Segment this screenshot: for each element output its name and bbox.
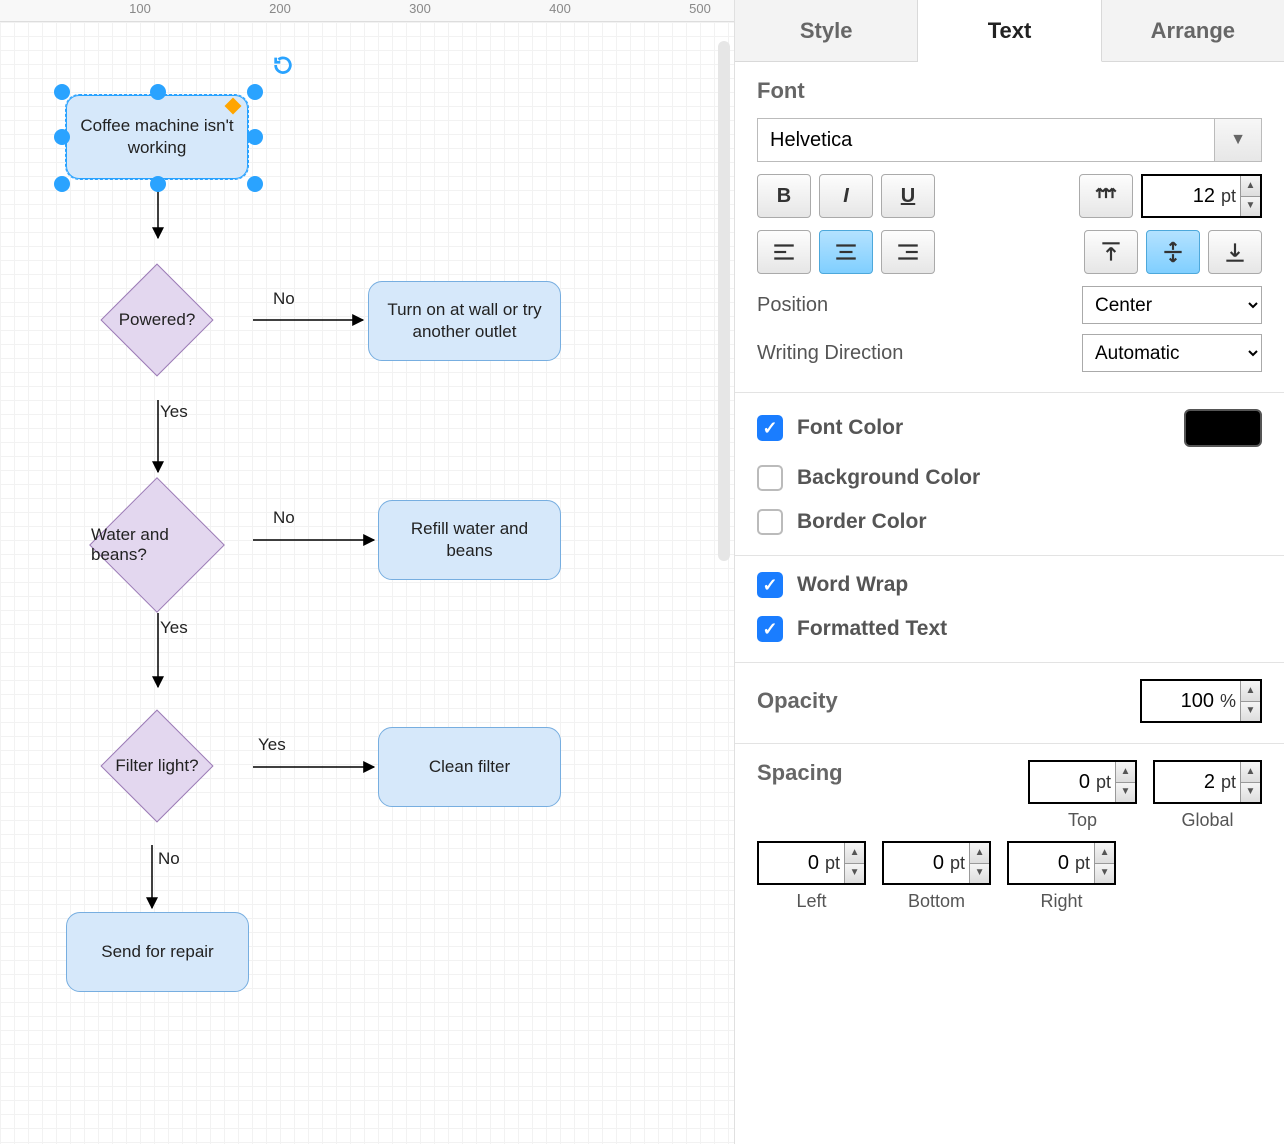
resize-handle[interactable]	[150, 176, 166, 192]
section-opacity: Opacity % ▲▼	[735, 663, 1284, 744]
align-center-button[interactable]	[819, 230, 873, 274]
valign-middle-button[interactable]	[1146, 230, 1200, 274]
font-color-checkbox[interactable]: ✓	[757, 415, 783, 441]
ruler-horizontal: 100 200 300 400 500	[0, 0, 734, 22]
edge-label[interactable]: Yes	[160, 618, 188, 638]
spacing-top-input[interactable]: pt ▲▼	[1028, 760, 1137, 804]
section-text-options: ✓ Word Wrap ✓ Formatted Text	[735, 556, 1284, 663]
resize-handle[interactable]	[247, 176, 263, 192]
tab-text[interactable]: Text	[918, 0, 1101, 62]
node-process-repair[interactable]: Send for repair	[66, 912, 249, 992]
resize-handle[interactable]	[54, 129, 70, 145]
format-panel: Style Text Arrange Font ▼ B I U	[734, 0, 1284, 1144]
font-family-input[interactable]	[757, 118, 1214, 162]
canvas[interactable]: 100 200 300 400 500	[0, 0, 734, 1144]
edge-label[interactable]: No	[273, 289, 295, 309]
valign-bottom-button[interactable]	[1208, 230, 1262, 274]
spacing-heading: Spacing	[757, 760, 1012, 786]
node-process-clean-filter[interactable]: Clean filter	[378, 727, 561, 807]
align-right-button[interactable]	[881, 230, 935, 274]
tab-arrange[interactable]: Arrange	[1102, 0, 1284, 61]
word-wrap-label: Word Wrap	[797, 573, 908, 597]
edge-label[interactable]: Yes	[258, 735, 286, 755]
resize-handle[interactable]	[247, 129, 263, 145]
canvas-scrollbar[interactable]	[718, 41, 730, 561]
edge-label[interactable]: Yes	[160, 402, 188, 422]
node-decision-water-beans[interactable]: Water and beans?	[91, 479, 223, 611]
edge-label[interactable]: No	[158, 849, 180, 869]
node-decision-powered[interactable]: Powered?	[101, 264, 213, 376]
node-label: Coffee machine isn't working	[76, 115, 238, 159]
node-process-refill[interactable]: Refill water and beans	[378, 500, 561, 580]
node-decision-filter[interactable]: Filter light?	[101, 710, 213, 822]
italic-button[interactable]: I	[819, 174, 873, 218]
word-wrap-checkbox[interactable]: ✓	[757, 572, 783, 598]
font-size-input[interactable]: pt ▲▼	[1141, 174, 1262, 218]
opacity-input[interactable]: % ▲▼	[1140, 679, 1262, 723]
writing-direction-select[interactable]: Automatic	[1082, 334, 1262, 372]
bold-button[interactable]: B	[757, 174, 811, 218]
node-process-outlet[interactable]: Turn on at wall or try another outlet	[368, 281, 561, 361]
valign-top-button[interactable]	[1084, 230, 1138, 274]
rotate-handle-icon[interactable]	[272, 54, 294, 76]
font-color-swatch[interactable]	[1184, 409, 1262, 447]
spacing-bottom-input[interactable]: pt ▲▼	[882, 841, 991, 885]
spacing-global-input[interactable]: pt ▲▼	[1153, 760, 1262, 804]
formatted-text-label: Formatted Text	[797, 617, 947, 641]
tab-style[interactable]: Style	[735, 0, 918, 61]
border-color-checkbox[interactable]	[757, 509, 783, 535]
vertical-text-button[interactable]	[1079, 174, 1133, 218]
resize-handle[interactable]	[54, 176, 70, 192]
resize-handle[interactable]	[150, 84, 166, 100]
align-left-button[interactable]	[757, 230, 811, 274]
formatted-text-checkbox[interactable]: ✓	[757, 616, 783, 642]
stepper-down-icon[interactable]: ▼	[1241, 702, 1260, 722]
chevron-down-icon[interactable]: ▼	[1214, 118, 1262, 162]
section-spacing: Spacing pt ▲▼ Top pt	[735, 744, 1284, 932]
spacing-left-input[interactable]: pt ▲▼	[757, 841, 866, 885]
section-colors: ✓ Font Color Background Color Border Col…	[735, 393, 1284, 556]
stepper-up-icon[interactable]: ▲	[1241, 681, 1260, 702]
stepper-up-icon[interactable]: ▲	[1241, 176, 1260, 197]
stepper-down-icon[interactable]: ▼	[1241, 197, 1260, 217]
position-select[interactable]: Center	[1082, 286, 1262, 324]
resize-handle[interactable]	[54, 84, 70, 100]
font-color-label: Font Color	[797, 416, 903, 440]
section-font: Font ▼ B I U	[735, 62, 1284, 393]
underline-button[interactable]: U	[881, 174, 935, 218]
edge-label[interactable]: No	[273, 508, 295, 528]
position-label: Position	[757, 294, 828, 317]
node-start[interactable]: Coffee machine isn't working	[65, 94, 249, 180]
border-color-label: Border Color	[797, 510, 927, 534]
bg-color-checkbox[interactable]	[757, 465, 783, 491]
opacity-label: Opacity	[757, 688, 838, 714]
font-heading: Font	[757, 78, 1262, 104]
font-family-select[interactable]: ▼	[757, 118, 1262, 162]
resize-handle[interactable]	[247, 84, 263, 100]
writing-direction-label: Writing Direction	[757, 342, 903, 365]
bg-color-label: Background Color	[797, 466, 980, 490]
format-tabs: Style Text Arrange	[735, 0, 1284, 62]
spacing-right-input[interactable]: pt ▲▼	[1007, 841, 1116, 885]
